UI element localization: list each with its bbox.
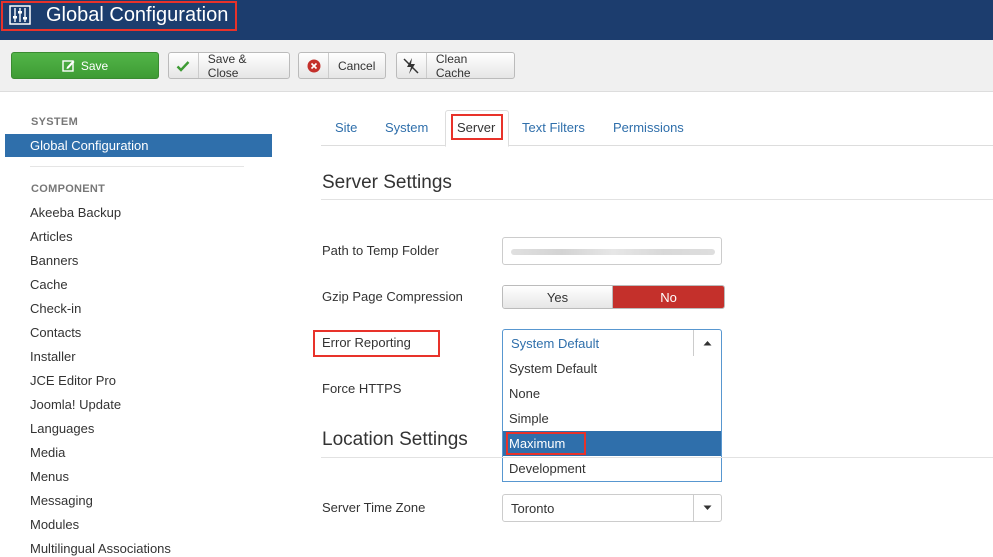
tab-bar: Site System Server Text Filters Permissi… bbox=[321, 110, 993, 147]
sidebar-item[interactable]: Messaging bbox=[30, 493, 93, 509]
sidebar-item[interactable]: Joomla! Update bbox=[30, 397, 121, 413]
temp-folder-label: Path to Temp Folder bbox=[322, 243, 439, 258]
sidebar-item[interactable]: Media bbox=[30, 445, 65, 461]
tab-text-filters[interactable]: Text Filters bbox=[522, 120, 585, 135]
timezone-label: Server Time Zone bbox=[322, 500, 426, 515]
clean-cache-button[interactable]: Clean Cache bbox=[396, 51, 515, 80]
error-reporting-select[interactable]: System Default bbox=[502, 329, 722, 357]
sidebar-heading-system: SYSTEM bbox=[31, 116, 79, 128]
page-title: Global Configuration bbox=[46, 4, 229, 26]
save-close-label: Save & Close bbox=[207, 51, 247, 80]
save-label: Save bbox=[80, 58, 109, 73]
cancel-button[interactable]: Cancel bbox=[298, 52, 386, 79]
option-development[interactable]: Development bbox=[503, 456, 721, 481]
gzip-toggle: Yes No bbox=[502, 285, 725, 309]
cancel-label: Cancel bbox=[338, 58, 376, 73]
option-system-default[interactable]: System Default bbox=[503, 356, 721, 381]
tab-permissions[interactable]: Permissions bbox=[613, 120, 684, 135]
error-reporting-value: System Default bbox=[511, 336, 600, 351]
sidebar-item[interactable]: Akeeba Backup bbox=[30, 205, 121, 221]
force-https-label: Force HTTPS bbox=[322, 381, 402, 396]
location-settings-title: Location Settings bbox=[322, 429, 468, 450]
tab-server-label: Server bbox=[457, 120, 496, 135]
sidebar-item[interactable]: Banners bbox=[30, 253, 78, 269]
temp-folder-input[interactable] bbox=[502, 237, 722, 265]
sidebar-item[interactable]: Languages bbox=[30, 421, 94, 437]
sidebar-item-global-configuration[interactable]: Global Configuration bbox=[5, 134, 272, 157]
sidebar-item[interactable]: Contacts bbox=[30, 325, 81, 341]
edit-icon bbox=[62, 53, 81, 78]
toolbar: Save Save & Close Cancel Clean Cache bbox=[0, 40, 993, 92]
sidebar-item[interactable]: Modules bbox=[30, 517, 79, 533]
lightning-icon bbox=[397, 53, 427, 78]
sidebar-item[interactable]: Multilingual Associations bbox=[30, 541, 171, 557]
tab-server[interactable]: Server bbox=[445, 110, 509, 147]
sidebar-item[interactable]: Menus bbox=[30, 469, 69, 485]
cancel-icon bbox=[299, 53, 329, 78]
sidebar-heading-component: COMPONENT bbox=[31, 183, 106, 195]
maximum-annotation-box bbox=[506, 432, 586, 455]
section-divider bbox=[321, 457, 993, 458]
equalizer-icon bbox=[9, 5, 31, 25]
tab-site[interactable]: Site bbox=[335, 120, 357, 135]
server-settings-title: Server Settings bbox=[322, 172, 452, 193]
tab-system[interactable]: System bbox=[385, 120, 428, 135]
option-simple[interactable]: Simple bbox=[503, 406, 721, 431]
timezone-select[interactable]: Toronto bbox=[502, 494, 722, 522]
option-none[interactable]: None bbox=[503, 381, 721, 406]
sidebar-item[interactable]: Articles bbox=[30, 229, 73, 245]
sidebar-item[interactable]: Installer bbox=[30, 349, 76, 365]
option-maximum[interactable]: Maximum bbox=[503, 431, 721, 456]
blurred-path-value bbox=[511, 249, 715, 255]
page-header: Global Configuration bbox=[0, 0, 993, 40]
chevron-up-icon bbox=[693, 330, 721, 356]
section-divider bbox=[321, 199, 993, 200]
gzip-yes-button[interactable]: Yes bbox=[503, 286, 614, 308]
check-icon bbox=[169, 53, 199, 78]
sidebar-divider bbox=[30, 166, 244, 167]
gzip-label: Gzip Page Compression bbox=[322, 289, 463, 304]
sidebar-item[interactable]: Cache bbox=[30, 277, 68, 293]
sidebar: SYSTEM Global Configuration COMPONENT Ak… bbox=[0, 92, 290, 556]
save-close-button[interactable]: Save & Close bbox=[168, 51, 290, 80]
save-button[interactable]: Save bbox=[11, 52, 159, 79]
timezone-value: Toronto bbox=[511, 501, 555, 516]
clean-cache-label: Clean Cache bbox=[435, 51, 471, 80]
error-reporting-dropdown: System Default None Simple Maximum Devel… bbox=[502, 356, 722, 482]
gzip-no-button[interactable]: No bbox=[613, 286, 724, 308]
sidebar-item[interactable]: JCE Editor Pro bbox=[30, 373, 116, 389]
chevron-down-icon bbox=[693, 495, 721, 521]
sidebar-item[interactable]: Check-in bbox=[30, 301, 81, 317]
error-reporting-label: Error Reporting bbox=[322, 335, 411, 350]
